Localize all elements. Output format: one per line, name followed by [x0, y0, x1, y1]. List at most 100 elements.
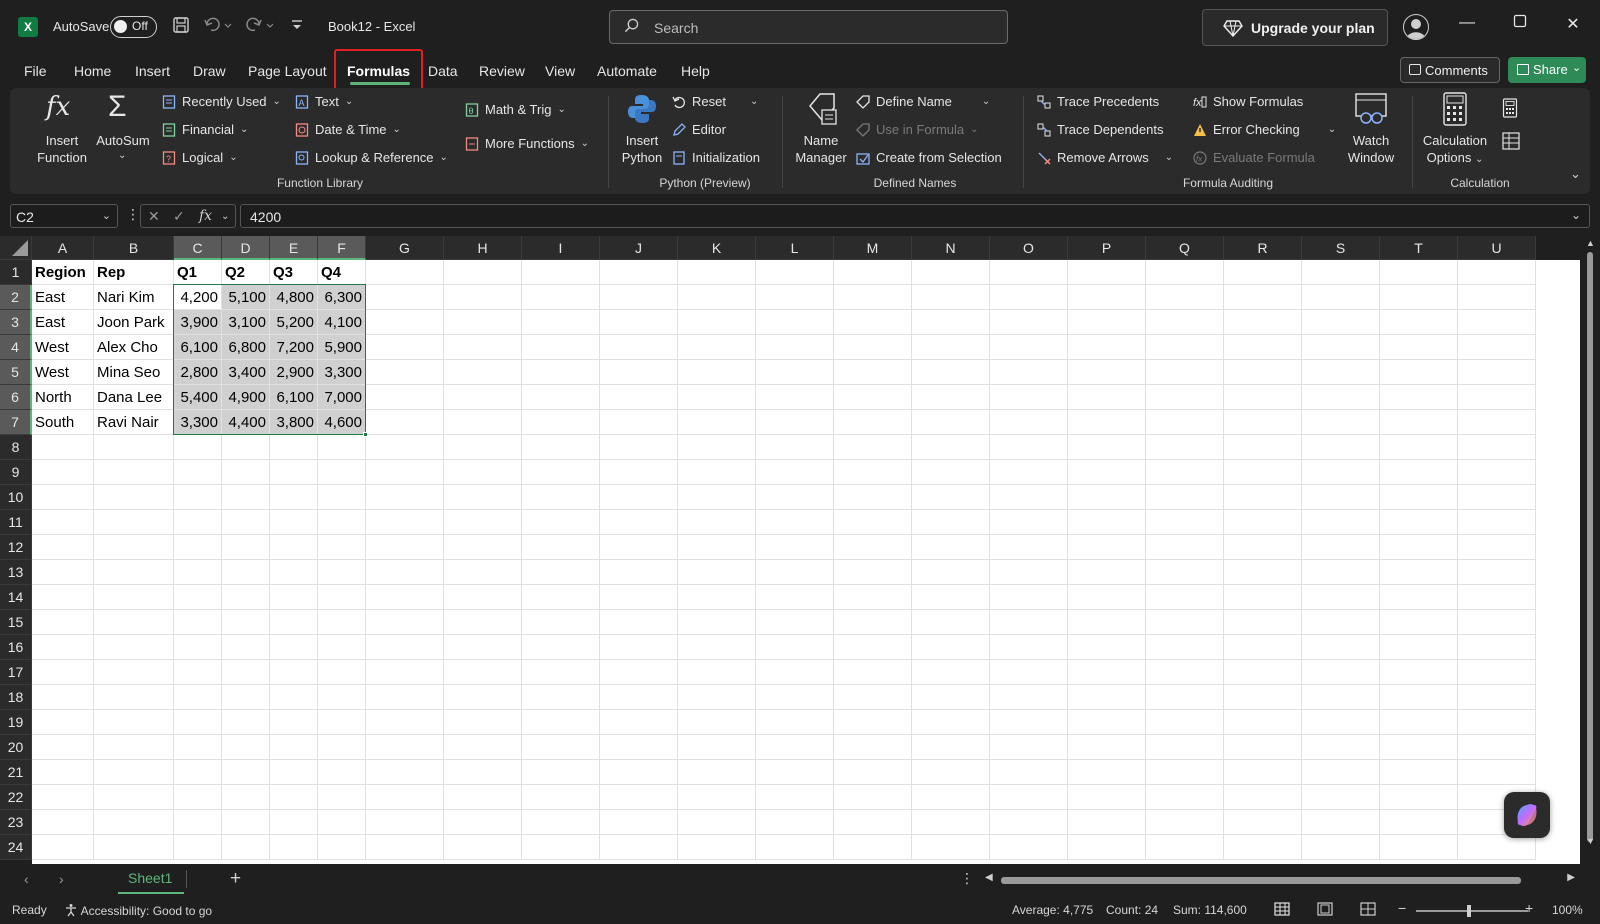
empty-cell[interactable]	[222, 585, 270, 610]
empty-cell[interactable]	[318, 685, 366, 710]
empty-cell[interactable]	[366, 810, 444, 835]
empty-cell[interactable]	[834, 710, 912, 735]
tab-page-layout[interactable]: Page Layout	[248, 63, 327, 79]
empty-cell[interactable]	[1302, 410, 1380, 435]
row-header-4[interactable]: 4	[0, 335, 32, 360]
empty-cell[interactable]	[444, 560, 522, 585]
empty-cell[interactable]	[222, 560, 270, 585]
header-cell[interactable]: Rep	[94, 260, 174, 285]
empty-cell[interactable]	[834, 485, 912, 510]
empty-cell[interactable]	[1224, 810, 1302, 835]
scroll-thumb[interactable]	[1587, 252, 1593, 842]
empty-cell[interactable]	[678, 410, 756, 435]
empty-cell[interactable]	[522, 635, 600, 660]
empty-cell[interactable]	[32, 735, 94, 760]
empty-cell[interactable]	[678, 610, 756, 635]
empty-cell[interactable]	[94, 760, 174, 785]
empty-cell[interactable]	[174, 435, 222, 460]
empty-cell[interactable]	[912, 485, 990, 510]
empty-cell[interactable]	[600, 610, 678, 635]
empty-cell[interactable]	[1068, 660, 1146, 685]
expand-formula-bar-icon[interactable]: ⌄	[1571, 208, 1581, 222]
empty-cell[interactable]	[1068, 635, 1146, 660]
row-header-15[interactable]: 15	[0, 610, 32, 635]
empty-cell[interactable]	[366, 285, 444, 310]
empty-cell[interactable]	[1380, 710, 1458, 735]
empty-cell[interactable]	[522, 610, 600, 635]
header-cell[interactable]: Q1	[174, 260, 222, 285]
empty-cell[interactable]	[834, 635, 912, 660]
column-header-e[interactable]: E	[270, 236, 318, 260]
empty-cell[interactable]	[1146, 585, 1224, 610]
row-header-1[interactable]: 1	[0, 260, 32, 285]
empty-cell[interactable]	[444, 785, 522, 810]
row-header-7[interactable]: 7	[0, 410, 32, 435]
empty-cell[interactable]	[522, 335, 600, 360]
empty-cell[interactable]	[444, 810, 522, 835]
status-count[interactable]: Count: 24	[1106, 903, 1158, 917]
empty-cell[interactable]	[912, 835, 990, 860]
data-cell[interactable]: 6,300	[318, 285, 366, 310]
empty-cell[interactable]	[912, 385, 990, 410]
empty-cell[interactable]	[600, 585, 678, 610]
empty-cell[interactable]	[1458, 385, 1536, 410]
empty-cell[interactable]	[1224, 685, 1302, 710]
sheet-tab-sheet1[interactable]: Sheet1	[118, 864, 184, 894]
empty-cell[interactable]	[318, 560, 366, 585]
empty-cell[interactable]	[1224, 510, 1302, 535]
empty-cell[interactable]	[94, 560, 174, 585]
empty-cell[interactable]	[1224, 835, 1302, 860]
data-cell[interactable]: Joon Park	[94, 310, 174, 335]
empty-cell[interactable]	[1302, 335, 1380, 360]
empty-cell[interactable]	[32, 560, 94, 585]
empty-cell[interactable]	[1224, 560, 1302, 585]
column-header-q[interactable]: Q	[1146, 236, 1224, 260]
empty-cell[interactable]	[990, 460, 1068, 485]
row-header-6[interactable]: 6	[0, 385, 32, 410]
empty-cell[interactable]	[522, 585, 600, 610]
empty-cell[interactable]	[94, 735, 174, 760]
row-header-21[interactable]: 21	[0, 760, 32, 785]
empty-cell[interactable]	[678, 535, 756, 560]
empty-cell[interactable]	[1302, 285, 1380, 310]
empty-cell[interactable]	[834, 360, 912, 385]
sheet-options-icon[interactable]: ⋮	[960, 870, 974, 887]
empty-cell[interactable]	[1380, 585, 1458, 610]
row-header-8[interactable]: 8	[0, 435, 32, 460]
empty-cell[interactable]	[1068, 335, 1146, 360]
empty-cell[interactable]	[1146, 835, 1224, 860]
empty-cell[interactable]	[1146, 485, 1224, 510]
empty-cell[interactable]	[444, 660, 522, 685]
empty-cell[interactable]	[1458, 485, 1536, 510]
empty-cell[interactable]	[318, 710, 366, 735]
empty-cell[interactable]	[366, 735, 444, 760]
empty-cell[interactable]	[600, 560, 678, 585]
empty-cell[interactable]	[834, 660, 912, 685]
empty-cell[interactable]	[366, 785, 444, 810]
empty-cell[interactable]	[94, 485, 174, 510]
empty-cell[interactable]	[1068, 585, 1146, 610]
empty-cell[interactable]	[912, 560, 990, 585]
empty-cell[interactable]	[1458, 510, 1536, 535]
empty-cell[interactable]	[1224, 710, 1302, 735]
empty-cell[interactable]	[756, 585, 834, 610]
empty-cell[interactable]	[1302, 685, 1380, 710]
undo-icon[interactable]	[203, 16, 233, 39]
empty-cell[interactable]	[318, 435, 366, 460]
empty-cell[interactable]	[1458, 535, 1536, 560]
data-cell[interactable]: 6,800	[222, 335, 270, 360]
empty-cell[interactable]	[270, 435, 318, 460]
empty-cell[interactable]	[1068, 710, 1146, 735]
empty-cell[interactable]	[756, 785, 834, 810]
insert-function-icon[interactable]: fx	[199, 208, 212, 224]
empty-cell[interactable]	[174, 810, 222, 835]
empty-cell[interactable]	[912, 335, 990, 360]
scroll-left-icon[interactable]: ◀	[985, 872, 993, 883]
empty-cell[interactable]	[678, 735, 756, 760]
empty-cell[interactable]	[1068, 535, 1146, 560]
empty-cell[interactable]	[1302, 610, 1380, 635]
empty-cell[interactable]	[1380, 785, 1458, 810]
empty-cell[interactable]	[834, 410, 912, 435]
empty-cell[interactable]	[834, 735, 912, 760]
empty-cell[interactable]	[444, 385, 522, 410]
